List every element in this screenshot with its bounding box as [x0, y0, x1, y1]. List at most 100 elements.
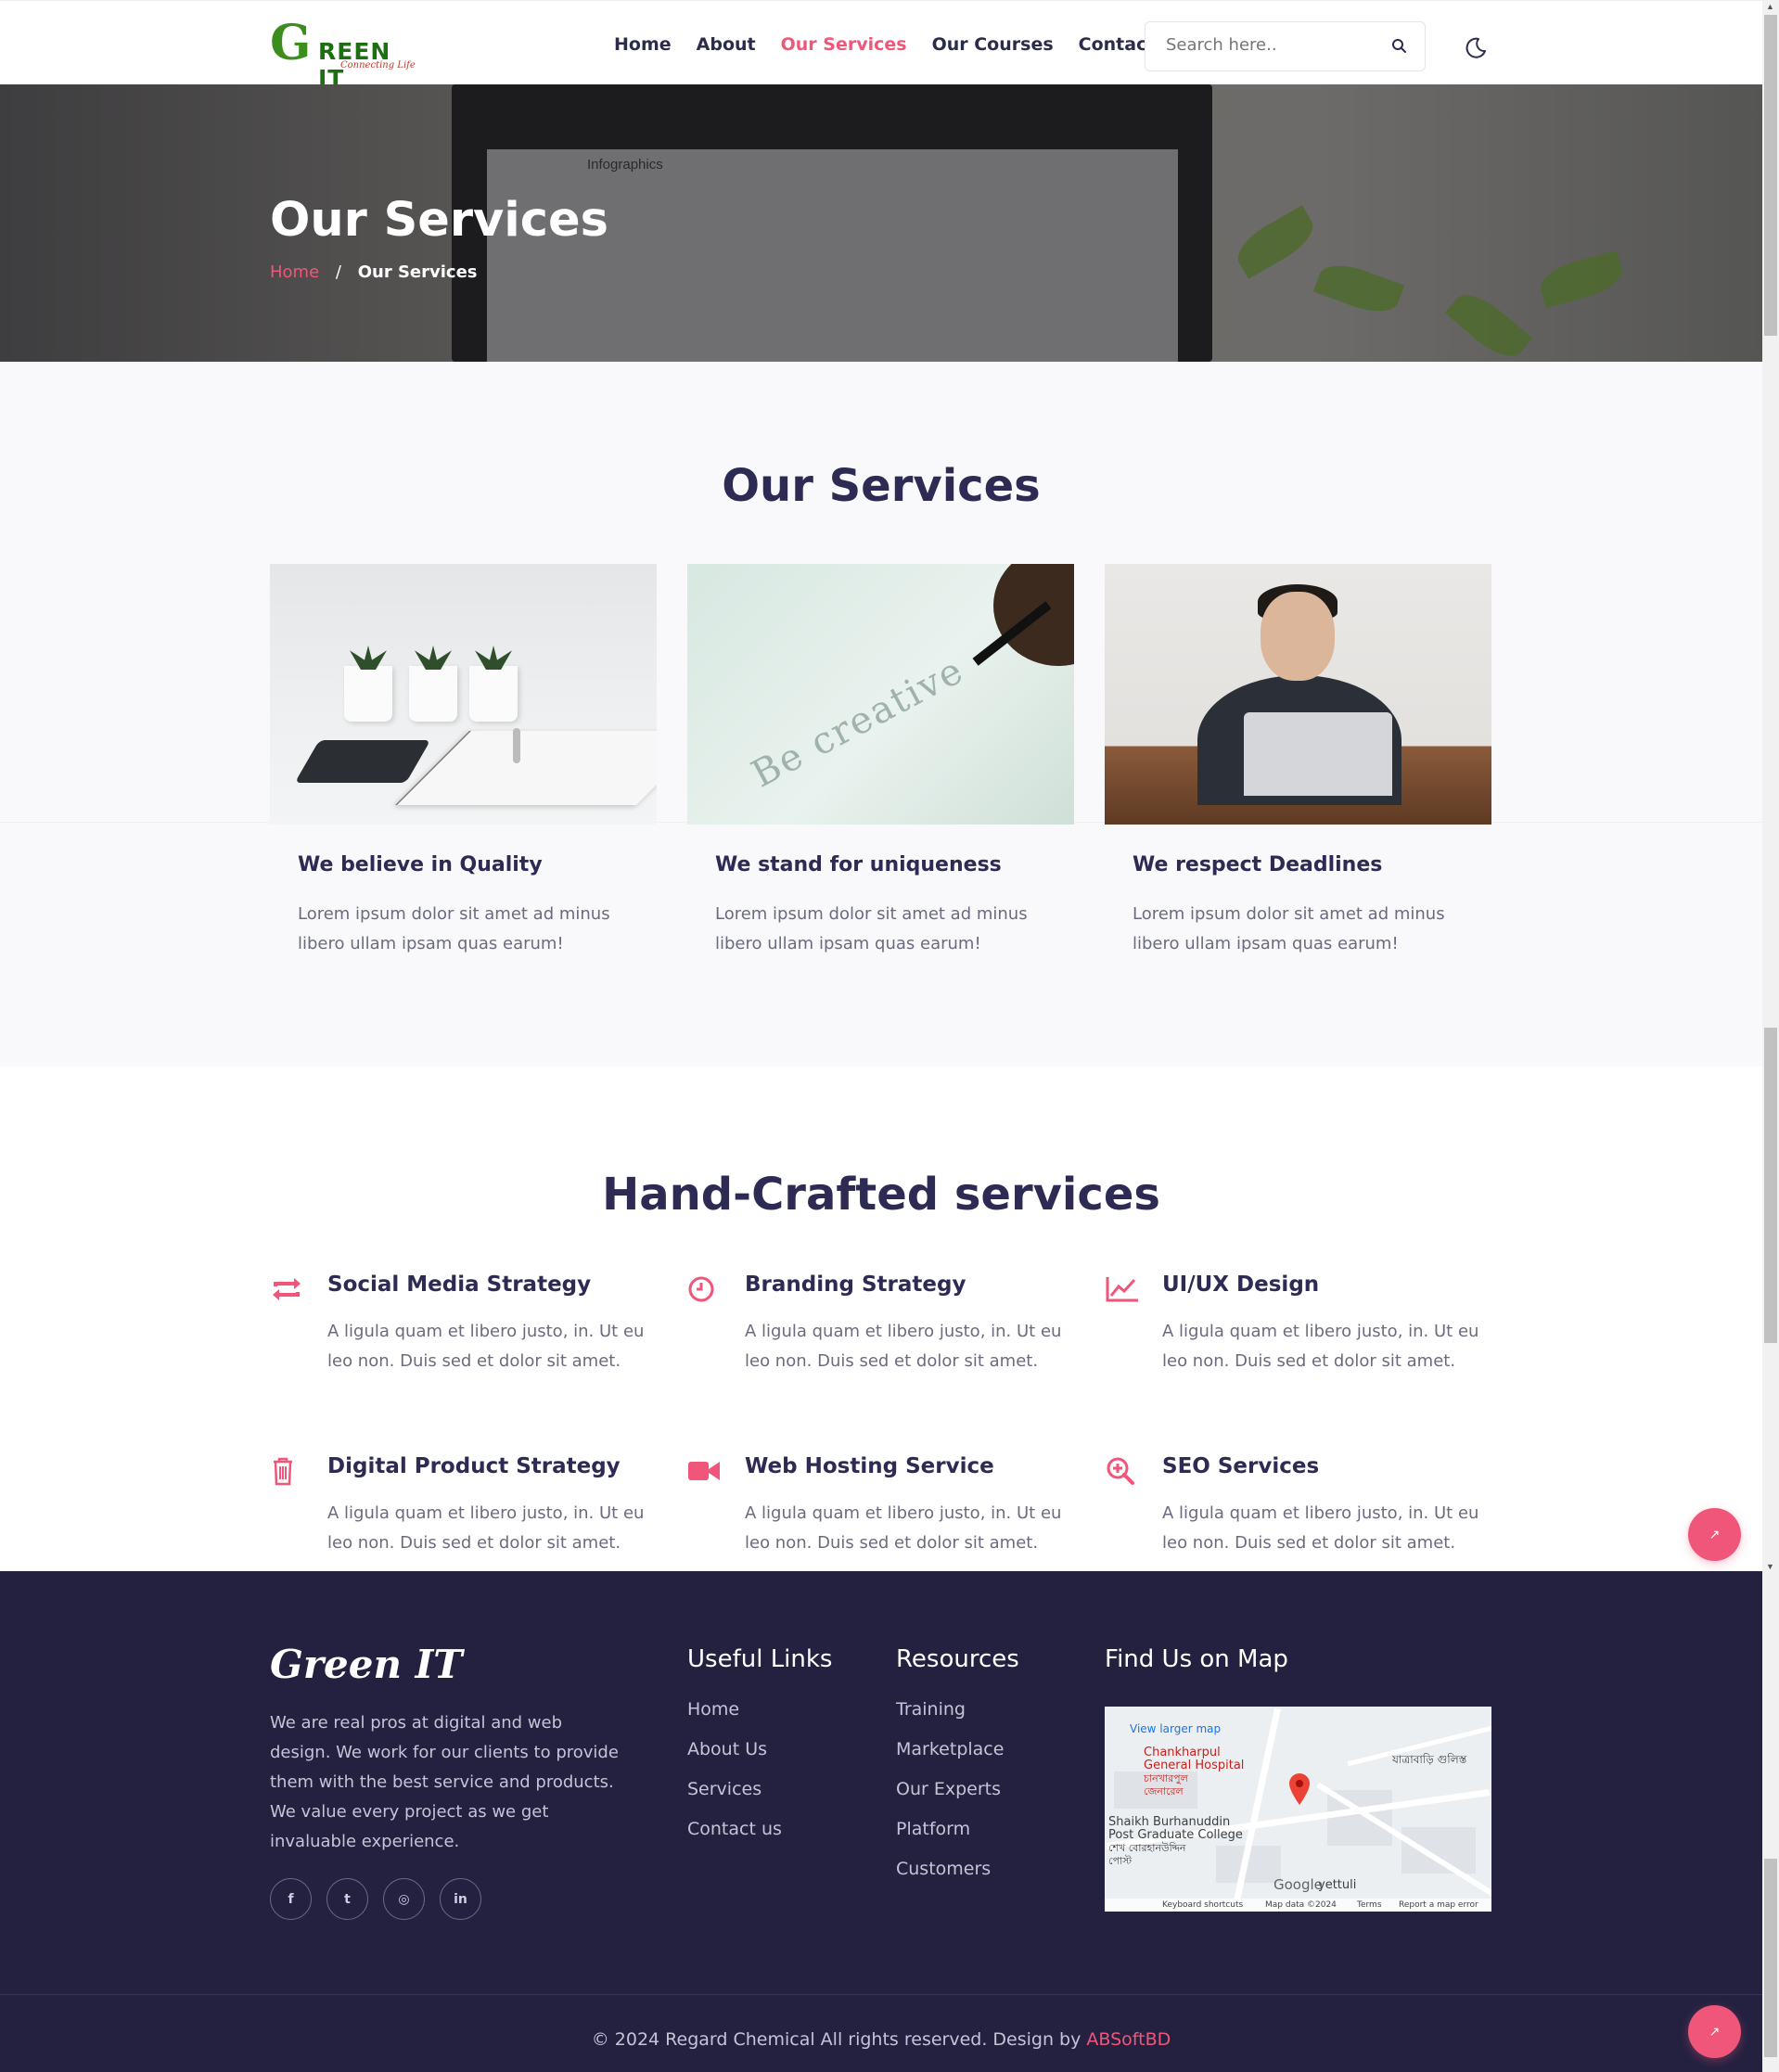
services-heading: Our Services: [722, 460, 1041, 512]
feature-text: A ligula quam et libero justo, in. Ut eu…: [327, 1503, 645, 1553]
feature-title: UI/UX Design: [1162, 1273, 1320, 1297]
map-column: Find Us on Map: [1105, 1645, 1288, 1699]
feature-title: Branding Strategy: [745, 1273, 966, 1297]
resources-title: Resources: [896, 1645, 1019, 1673]
nav-home[interactable]: Home: [614, 34, 672, 55]
instagram-icon[interactable]: ◎: [383, 1878, 425, 1920]
copyright-text: © 2024 Regard Chemical All rights reserv…: [591, 2029, 1081, 2050]
service-card: We believe in Quality Lorem ipsum dolor …: [270, 564, 657, 953]
moon-icon[interactable]: [1463, 34, 1489, 60]
footer-link-about[interactable]: About Us: [687, 1739, 832, 1779]
feature-title: Social Media Strategy: [327, 1273, 592, 1297]
back-to-top-button[interactable]: ↗: [1688, 1508, 1741, 1561]
map-label: Shaikh Burhanuddin Post Graduate College…: [1108, 1815, 1243, 1868]
search-box: [1145, 21, 1426, 71]
page-title: Our Services: [270, 193, 608, 248]
designer-link[interactable]: ABSoftBD: [1086, 2029, 1171, 2050]
feature-title: Digital Product Strategy: [327, 1454, 621, 1478]
video-camera-icon: [688, 1462, 720, 1480]
main-nav: Home About Our Services Our Courses Cont…: [614, 34, 1155, 55]
twitter-icon[interactable]: t: [326, 1878, 368, 1920]
map-pin-icon[interactable]: [1287, 1772, 1312, 1806]
site-header: G REEN IT Connecting Life Home About Our…: [0, 0, 1762, 93]
scroll-down-arrow-icon[interactable]: ▼: [1766, 1562, 1774, 1571]
embedded-map[interactable]: View larger map Chankharpul General Hosp…: [1105, 1707, 1491, 1912]
useful-links: Useful Links Home About Us Services Cont…: [687, 1645, 832, 1859]
social-links: f t ◎ in: [270, 1878, 481, 1920]
footer-link-training[interactable]: Training: [896, 1699, 1019, 1739]
site-logo[interactable]: G REEN IT Connecting Life: [270, 15, 423, 93]
image-handwriting: Be creative: [744, 648, 972, 797]
trash-icon: [274, 1457, 292, 1486]
page-scrollbar[interactable]: ▲ ▼: [1762, 0, 1779, 2072]
nav-our-services[interactable]: Our Services: [781, 34, 907, 55]
service-card-text: Lorem ipsum dolor sit amet ad minus libe…: [715, 904, 1028, 953]
map-label: yettuli: [1318, 1878, 1357, 1892]
map-attribution: Keyboard shortcuts Map data ©2024 Terms …: [1105, 1899, 1491, 1912]
arrow-up-icon: ↗: [1709, 1527, 1721, 1541]
nav-our-courses[interactable]: Our Courses: [932, 34, 1054, 55]
facebook-icon[interactable]: f: [270, 1878, 312, 1920]
map-label: Chankharpul General Hospital চানখারপুল জ…: [1144, 1746, 1245, 1798]
footer-link-customers[interactable]: Customers: [896, 1859, 1019, 1899]
view-larger-map-link[interactable]: View larger map: [1130, 1722, 1221, 1735]
nav-about[interactable]: About: [697, 34, 756, 55]
service-image-deadlines: [1105, 564, 1491, 825]
service-image-quality: [270, 564, 657, 825]
service-card: Be creative We stand for uniqueness Lore…: [687, 564, 1074, 953]
map-label: যাত্রাবাড়ি গুলিস্ত: [1392, 1753, 1467, 1766]
feature-text: A ligula quam et libero justo, in. Ut eu…: [745, 1503, 1062, 1553]
logo-tagline: Connecting Life: [340, 60, 416, 70]
line-chart-icon: [1106, 1277, 1138, 1302]
footer-link-marketplace[interactable]: Marketplace: [896, 1739, 1019, 1779]
feature-title: SEO Services: [1162, 1454, 1320, 1478]
site-footer: Green IT We are real pros at digital and…: [0, 1571, 1762, 2072]
arrow-up-icon: ↗: [1709, 2024, 1721, 2039]
scrollbar-thumb[interactable]: [1764, 15, 1777, 336]
linkedin-icon[interactable]: in: [440, 1878, 481, 1920]
service-card-text: Lorem ipsum dolor sit amet ad minus libe…: [1133, 904, 1445, 953]
feature-text: A ligula quam et libero justo, in. Ut eu…: [1162, 1322, 1479, 1371]
service-card-title: We stand for uniqueness: [715, 853, 1002, 876]
breadcrumb-separator: /: [335, 262, 341, 282]
breadcrumb-home[interactable]: Home: [270, 262, 319, 282]
service-card-title: We respect Deadlines: [1133, 853, 1383, 876]
handcrafted-section: Hand-Crafted services Social Media Strat…: [0, 1067, 1762, 1571]
service-card: We respect Deadlines Lorem ipsum dolor s…: [1105, 564, 1491, 953]
hero-screen-text: Infographics: [587, 157, 663, 173]
service-card-title: We believe in Quality: [298, 853, 543, 876]
nav-contact[interactable]: Contact: [1079, 34, 1156, 55]
footer-link-home[interactable]: Home: [687, 1699, 832, 1739]
footer-about: We are real pros at digital and web desi…: [270, 1713, 619, 1851]
logo-letter: G: [270, 15, 312, 71]
footer-link-services[interactable]: Services: [687, 1779, 832, 1819]
feature-text: A ligula quam et libero justo, in. Ut eu…: [327, 1322, 645, 1371]
breadcrumb-current: Our Services: [357, 262, 478, 282]
resources-links: Resources Training Marketplace Our Exper…: [896, 1645, 1019, 1899]
feature-text: A ligula quam et libero justo, in. Ut eu…: [1162, 1503, 1479, 1553]
footer-link-contact[interactable]: Contact us: [687, 1819, 832, 1859]
hero-plant: [1444, 284, 1533, 362]
footer-link-platform[interactable]: Platform: [896, 1819, 1019, 1859]
retweet-icon: [273, 1278, 301, 1300]
footer-link-experts[interactable]: Our Experts: [896, 1779, 1019, 1819]
back-to-top-button[interactable]: ↗: [1688, 2005, 1741, 2058]
feature-title: Web Hosting Service: [745, 1454, 994, 1478]
hero-plant: [1230, 205, 1321, 279]
breadcrumb: Home / Our Services: [270, 262, 478, 282]
google-logo: Google: [1273, 1876, 1323, 1893]
map-title: Find Us on Map: [1105, 1645, 1288, 1673]
copyright: © 2024 Regard Chemical All rights reserv…: [0, 2029, 1762, 2050]
page-hero: Infographics Our Services Home / Our Ser…: [0, 84, 1762, 362]
search-input[interactable]: [1166, 35, 1379, 55]
search-icon[interactable]: [1390, 37, 1409, 56]
useful-links-title: Useful Links: [687, 1645, 833, 1673]
footer-logo[interactable]: Green IT: [270, 1642, 463, 1687]
scroll-up-arrow-icon[interactable]: ▲: [1766, 2, 1774, 11]
service-card-text: Lorem ipsum dolor sit amet ad minus libe…: [298, 904, 610, 953]
hero-plant: [1312, 256, 1405, 321]
handcrafted-heading: Hand-Crafted services: [602, 1169, 1160, 1221]
feature-text: A ligula quam et libero justo, in. Ut eu…: [745, 1322, 1062, 1371]
zoom-in-icon: [1107, 1457, 1134, 1485]
hero-plant: [1536, 250, 1627, 308]
